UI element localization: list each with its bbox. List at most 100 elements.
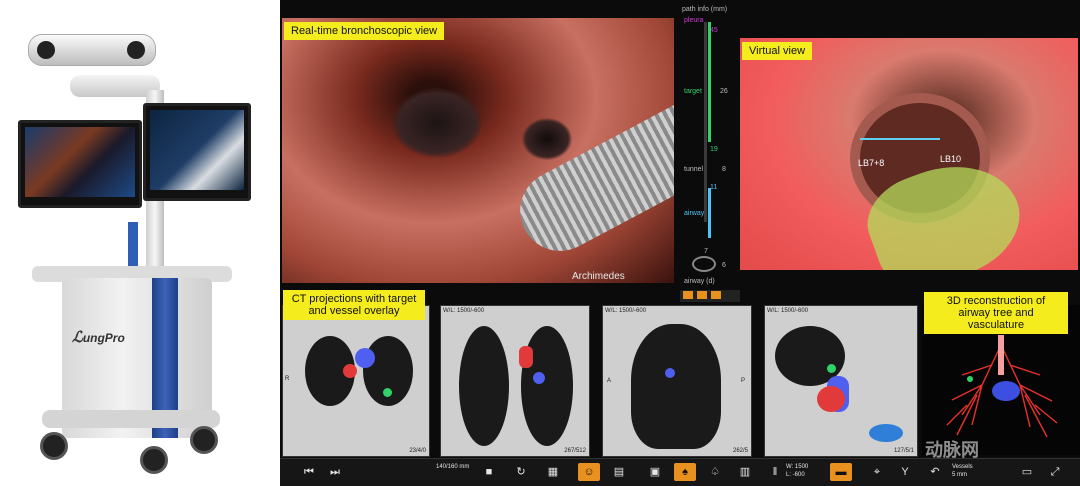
oblique-slice-info: 127/5/1 [893,448,914,454]
tunnel-label: tunnel [684,166,704,173]
crosshair-icon[interactable]: ⌖ [866,463,888,481]
previous-icon[interactable]: ⏮ [298,463,320,481]
axial-side-label: R [285,376,290,382]
ct-coronal[interactable]: W/L: 1500/-600 267/512 [440,305,590,457]
lungpro-cart: ℒungPro [0,0,270,485]
window-value: W: 1500 [786,464,809,470]
path-track [704,22,707,222]
target-label: target [684,88,702,95]
wheel [40,432,68,460]
pause-icon[interactable]: ‖ [764,463,786,481]
next-icon[interactable]: ⏭ [324,463,346,481]
planned-path-line [860,138,940,140]
sagittal-anterior-label: A [607,378,612,384]
back-icon[interactable]: ↶ [924,463,946,481]
lung-right [521,326,573,446]
save-icon[interactable]: ▭ [1016,463,1038,481]
lungs-outline-icon[interactable]: ♤ [704,463,726,481]
window-icon[interactable]: ▣ [644,463,666,481]
right-monitor-screen [150,110,244,190]
vessel-label: Vessels [952,464,973,470]
ct-axial[interactable]: R 23/4/0 [282,305,430,457]
vessel-overlay [533,372,545,384]
airway-track [708,188,711,238]
sagittal-posterior-label: P [741,378,746,384]
scope-catheter [506,91,674,265]
ct-oblique[interactable]: W/L: 1500/-600 127/5/1 [764,305,918,457]
airway-lumen [392,88,482,158]
wl-text: W: 1500 L: -600 [786,463,808,479]
level-value: L: -600 [786,472,805,478]
coronal-window-level: W/L: 1500/-600 [443,308,485,314]
airway-diameter-label: airway (d) [684,278,715,285]
vessel-overlay [343,364,357,378]
view-tools [680,290,740,302]
coronal-slice-info: 267/512 [564,448,586,454]
ct-sagittal[interactable]: W/L: 1500/-600 A P 262/5 [602,305,752,457]
book-icon[interactable]: ▥ [734,463,756,481]
path-info-title: path info (mm) [682,6,728,13]
bottom-toolbar: ⏮ ⏭ 140/160 mm ■ ↻ ▦ ☺ ▤ ▣ ♠ ♤ ▥ ‖ W: 15… [280,458,1080,486]
vessel-overlay [519,346,533,368]
pleura-label: pleura [684,17,704,24]
path-value-19: 19 [710,146,718,153]
camera-icon[interactable] [711,291,721,299]
target-value: 26 [720,88,728,95]
airway-lumen [522,118,572,160]
rotate-icon[interactable]: ↻ [510,463,532,481]
cart-base [42,410,220,428]
left-monitor-screen [25,127,135,197]
filmstrip-icon[interactable]: ▦ [542,463,564,481]
camera-lens [127,41,145,59]
airway-label: airway [684,210,705,217]
list-icon[interactable] [683,291,693,299]
recon-label: 3D reconstruction of airway tree and vas… [924,292,1068,334]
airway-num-6: 6 [722,262,726,269]
face-icon[interactable]: ☺ [578,463,600,481]
lung-left [459,326,509,446]
right-monitor [143,103,251,201]
vessel-overlay [817,386,845,412]
left-monitor [18,120,142,208]
target-marker [383,388,392,397]
vessel-setting: Vessels 5 mm [952,463,973,479]
cart-handle [128,222,138,270]
layout-icon[interactable] [697,291,707,299]
path-value-11: 11 [710,184,718,191]
branch-label-lb10: LB10 [940,154,962,164]
cloud-icon [869,424,903,442]
sagittal-window-level: W/L: 1500/-600 [605,308,647,314]
camera-lens [37,41,55,59]
vessel-overlay [665,368,675,378]
target-track [708,22,711,142]
ct-label: CT projections with target and vessel ov… [283,290,425,320]
fullscreen-icon[interactable]: ⤢ [1044,463,1066,481]
sagittal-slice-info: 262/5 [732,448,748,454]
camera-unit [28,34,156,66]
endoscopic-view[interactable]: Archimedes [282,18,674,283]
virtual-view[interactable]: LB7+8 LB10 [740,38,1078,270]
lung-sagittal [631,324,721,449]
split-view-icon[interactable]: ▤ [608,463,630,481]
brand-text: ungPro [82,331,125,345]
brand-label: ℒungPro [72,328,125,346]
overlay-toggle-icon[interactable]: ▬ [830,463,852,481]
brand-l-mark: ℒ [72,329,83,346]
branch-icon[interactable]: Y [894,463,916,481]
path-info-panel: path info (mm) pleura 45 target 26 19 tu… [678,0,738,290]
vessel-size: 5 mm [952,472,967,478]
lungs-icon[interactable]: ♠ [674,463,696,481]
axial-slice-info: 23/4/0 [409,448,426,454]
branch-label-lb7-8: LB7+8 [858,158,885,168]
wheel [140,446,168,474]
endoscope-brand: Archimedes [572,271,625,282]
target-marker [827,364,836,373]
oblique-window-level: W/L: 1500/-600 [767,308,809,314]
tunnel-value: 8 [722,166,726,173]
watermark: 动脉网 [925,440,979,460]
scale-text: 140/160 mm [436,464,470,470]
vessel-overlay [355,348,375,368]
airway-cross-section-icon [692,256,716,272]
stop-icon[interactable]: ■ [478,463,500,481]
virtual-label: Virtual view [742,42,813,60]
